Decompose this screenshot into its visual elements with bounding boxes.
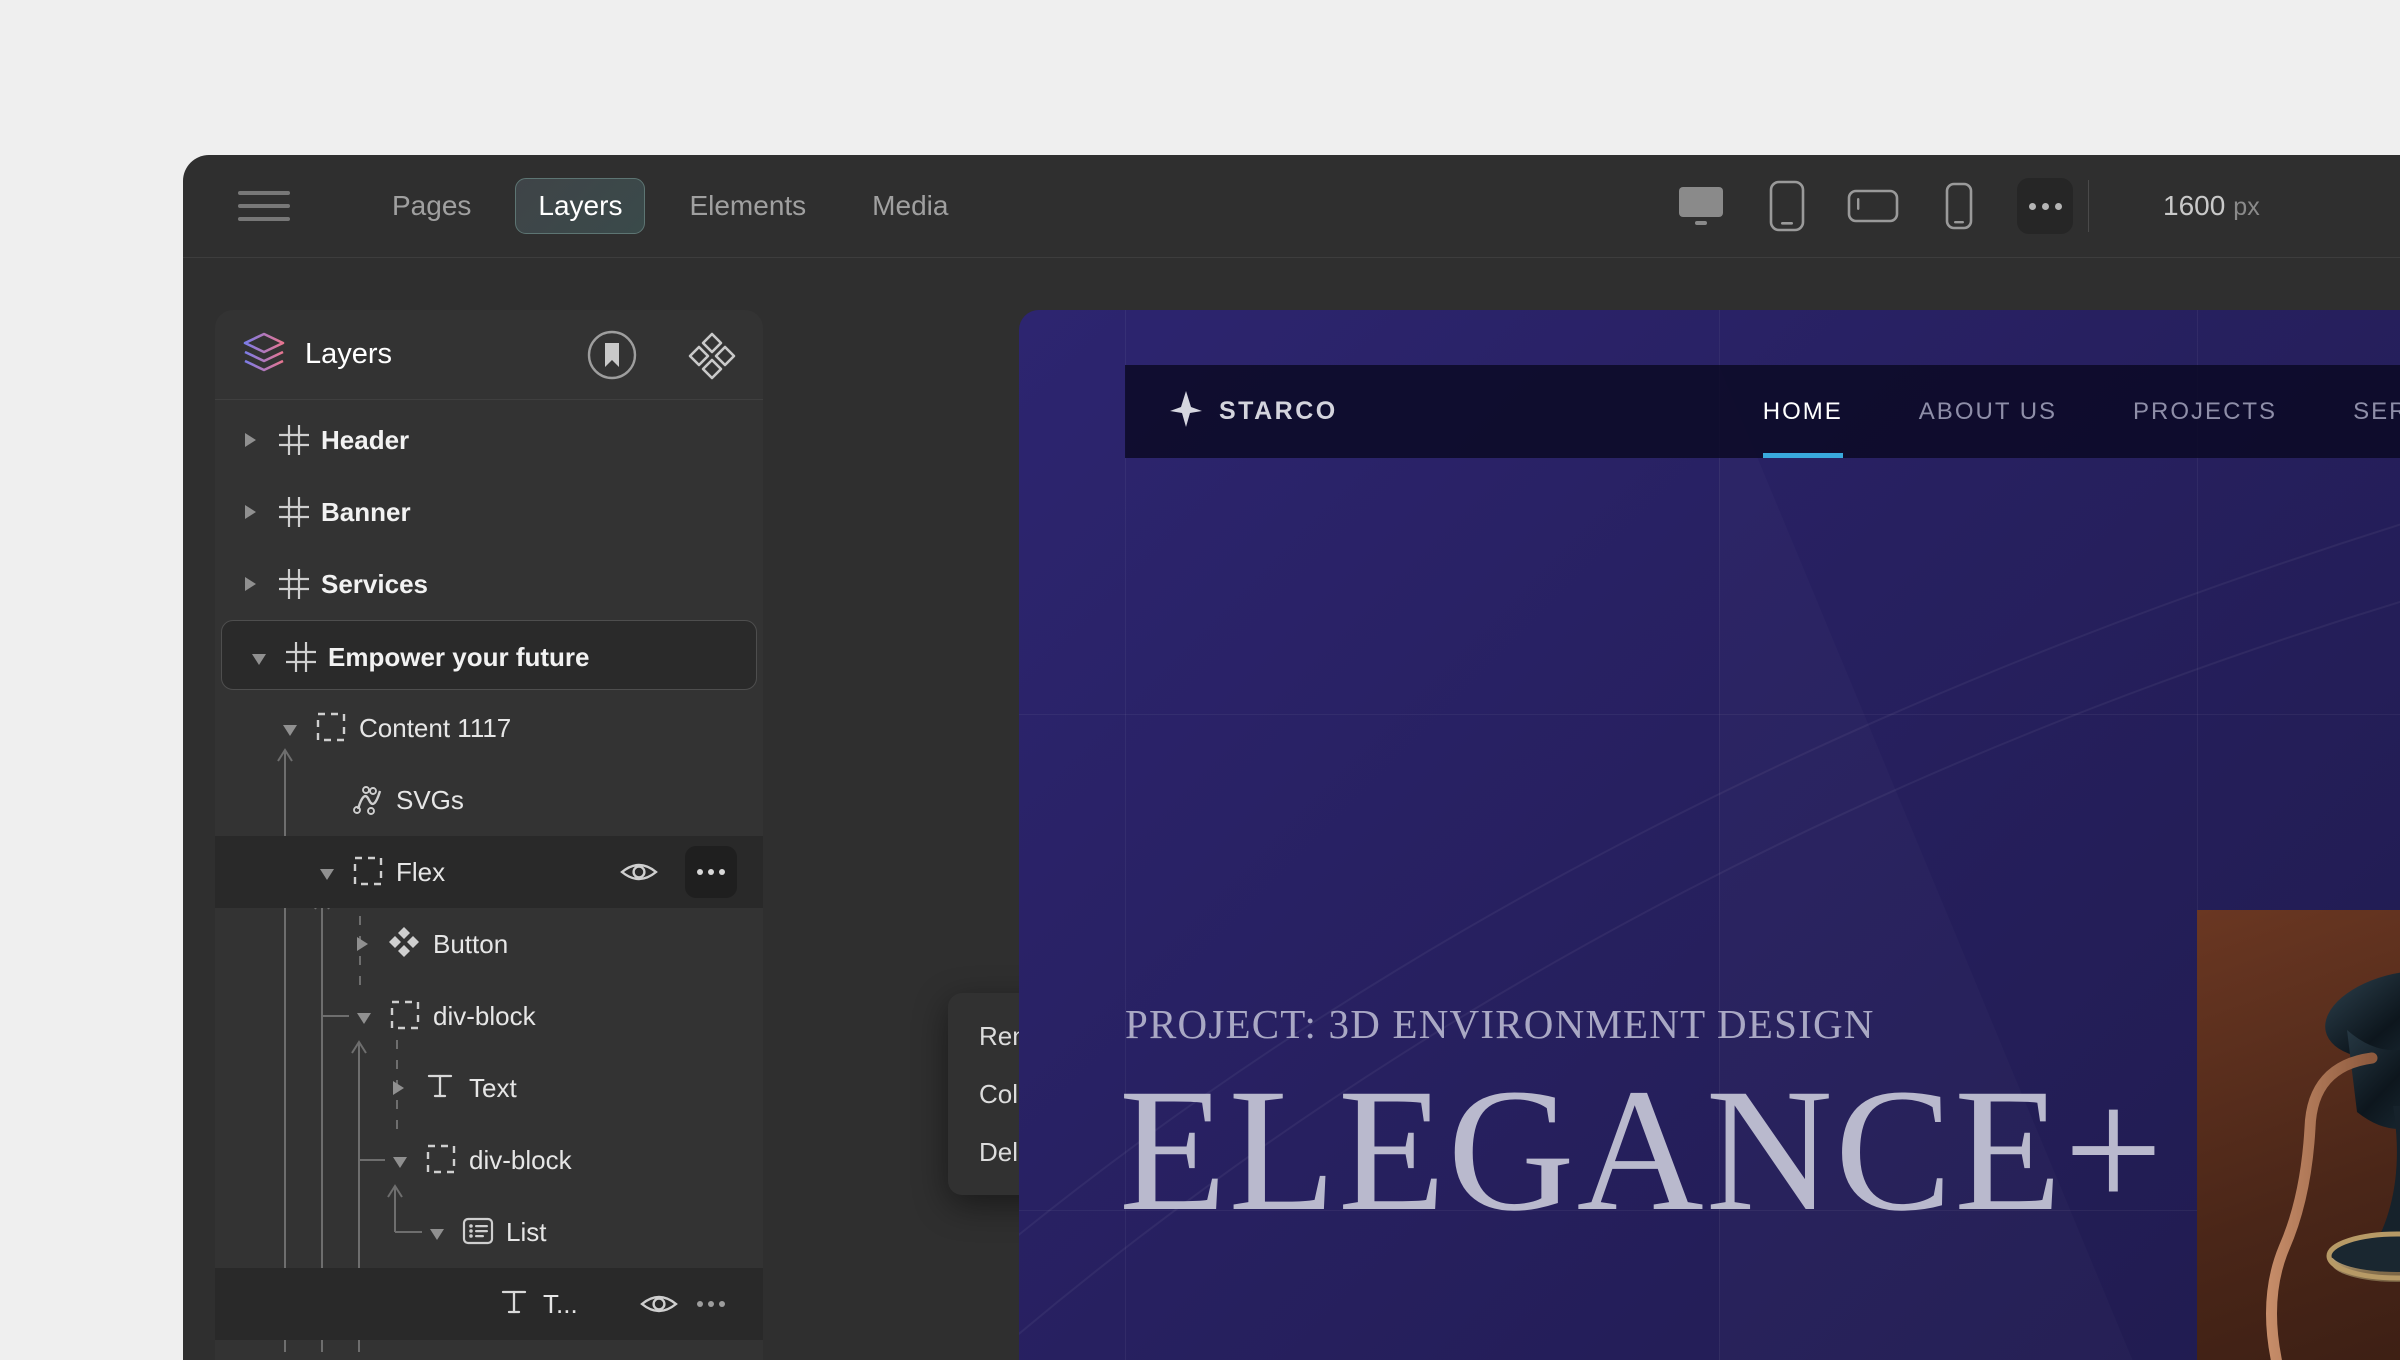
brand[interactable]: STARCO	[1169, 390, 1338, 433]
four-diamonds-icon	[389, 927, 423, 961]
layer-row[interactable]: SVGs	[215, 764, 763, 836]
layers-panel-title: Layers	[305, 338, 393, 370]
viewport-width-value: 1600	[2163, 190, 2226, 221]
dashed-box-icon	[425, 1143, 459, 1177]
layer-row-label: T...	[543, 1289, 578, 1319]
site-link-projects[interactable]: PROJECTS	[2095, 365, 2315, 458]
site-link-home[interactable]: HOME	[1725, 365, 1881, 458]
dashed-box-icon	[389, 999, 423, 1033]
layer-row[interactable]: Banner	[215, 476, 763, 548]
layer-row[interactable]: Content 1117	[215, 692, 763, 764]
layer-row-label: Banner	[321, 497, 411, 527]
toolbar-tabs: Pages Layers Elements Media	[290, 178, 970, 234]
chevron-down-icon[interactable]	[320, 869, 334, 880]
star-arrow-icon	[1169, 390, 1203, 433]
layer-row[interactable]: Services	[215, 548, 763, 620]
eye-icon[interactable]	[619, 852, 659, 892]
layer-row[interactable]: div-block	[215, 1124, 763, 1196]
layer-row-label: Header	[321, 425, 410, 455]
tab-pages[interactable]: Pages	[370, 179, 493, 233]
design-canvas[interactable]: STARCO HOMEABOUT USPROJECTSSERVICES PROJ…	[1019, 310, 2400, 1360]
chevron-down-icon[interactable]	[357, 1013, 371, 1024]
layer-tree: Header Banner Services Empower your future C…	[215, 400, 763, 1352]
layer-row-label: SVGs	[396, 785, 464, 815]
viewport-width-readout[interactable]: 1600 px	[2163, 190, 2260, 222]
list-icon	[462, 1215, 496, 1249]
layer-row-more-button[interactable]	[685, 1278, 737, 1330]
hero-photo	[2197, 910, 2400, 1360]
chevron-down-icon[interactable]	[430, 1229, 444, 1240]
four-diamonds-icon[interactable]	[687, 330, 737, 380]
top-toolbar: Pages Layers Elements Media 1600 px	[183, 155, 2400, 258]
layer-row-label: Empower your future	[328, 642, 590, 672]
text-t-icon	[425, 1071, 459, 1105]
bookmark-icon[interactable]	[585, 328, 639, 382]
layer-row[interactable]: Text	[215, 1052, 763, 1124]
device-switcher	[1673, 178, 2073, 234]
viewport-width-unit: px	[2233, 193, 2260, 221]
hero-title: ELEGANCE+	[1119, 1053, 2165, 1248]
tab-layers[interactable]: Layers	[515, 178, 646, 234]
layers-panel-header: Layers	[215, 310, 763, 400]
dashed-box-icon	[315, 711, 349, 745]
layers-stack-icon	[241, 330, 287, 379]
chevron-right-icon[interactable]	[245, 433, 256, 447]
layer-row-label: Flex	[396, 857, 446, 887]
site-nav-bar: STARCO HOMEABOUT USPROJECTSSERVICES	[1125, 365, 2400, 458]
desktop-icon[interactable]	[1673, 178, 1729, 234]
tab-elements[interactable]: Elements	[667, 179, 828, 233]
site-link-about-us[interactable]: ABOUT US	[1881, 365, 2095, 458]
layer-row[interactable]: div-block	[215, 980, 763, 1052]
layer-row-label: Button	[433, 929, 509, 959]
layer-row-label: Content 1117	[359, 713, 512, 743]
device-more-button[interactable]	[2017, 178, 2073, 234]
grid-frame-icon	[284, 640, 318, 674]
layer-row-label: div-block	[433, 1001, 536, 1031]
hamburger-icon[interactable]	[238, 191, 290, 221]
site-link-services[interactable]: SERVICES	[2315, 365, 2400, 458]
brand-name: STARCO	[1219, 397, 1338, 425]
toolbar-divider	[2088, 180, 2089, 232]
chevron-down-icon[interactable]	[283, 725, 297, 736]
layer-row[interactable]: Flex	[215, 836, 763, 908]
telephone-illustration	[2266, 970, 2400, 1360]
layer-row[interactable]: Empower your future	[221, 620, 757, 690]
layers-panel: Layers Header Banner Services Empower yo…	[215, 310, 763, 1360]
layer-row-label: Services	[321, 569, 428, 599]
tab-media[interactable]: Media	[850, 179, 970, 233]
app-window: Pages Layers Elements Media 1600 px Laye…	[183, 155, 2400, 1360]
layer-row[interactable]: T...	[215, 1268, 763, 1340]
text-t-icon	[499, 1287, 533, 1321]
chevron-right-icon[interactable]	[245, 577, 256, 591]
site-nav-links: HOMEABOUT USPROJECTSSERVICES	[1725, 365, 2400, 458]
layer-row-more-button[interactable]	[685, 846, 737, 898]
eye-icon[interactable]	[639, 1284, 679, 1324]
grid-frame-icon	[277, 495, 311, 529]
layer-row[interactable]: Button	[215, 908, 763, 980]
chevron-down-icon[interactable]	[393, 1157, 407, 1168]
mobile-icon[interactable]	[1931, 178, 1987, 234]
grid-frame-icon	[277, 423, 311, 457]
tablet-landscape-icon[interactable]	[1845, 178, 1901, 234]
chevron-right-icon[interactable]	[393, 1081, 404, 1095]
dashed-box-icon	[352, 855, 386, 889]
layer-row[interactable]: List	[215, 1196, 763, 1268]
layer-row-label: Text	[469, 1073, 517, 1103]
svg-path-icon	[352, 783, 386, 817]
tablet-portrait-icon[interactable]	[1759, 178, 1815, 234]
chevron-right-icon[interactable]	[357, 937, 368, 951]
hero-eyebrow: PROJECT: 3D ENVIRONMENT DESIGN	[1125, 1001, 1875, 1047]
grid-frame-icon	[277, 567, 311, 601]
layer-row[interactable]: Header	[215, 404, 763, 476]
layer-row-label: div-block	[469, 1145, 572, 1175]
layer-row-label: List	[506, 1217, 547, 1247]
chevron-down-icon[interactable]	[252, 654, 266, 665]
chevron-right-icon[interactable]	[245, 505, 256, 519]
